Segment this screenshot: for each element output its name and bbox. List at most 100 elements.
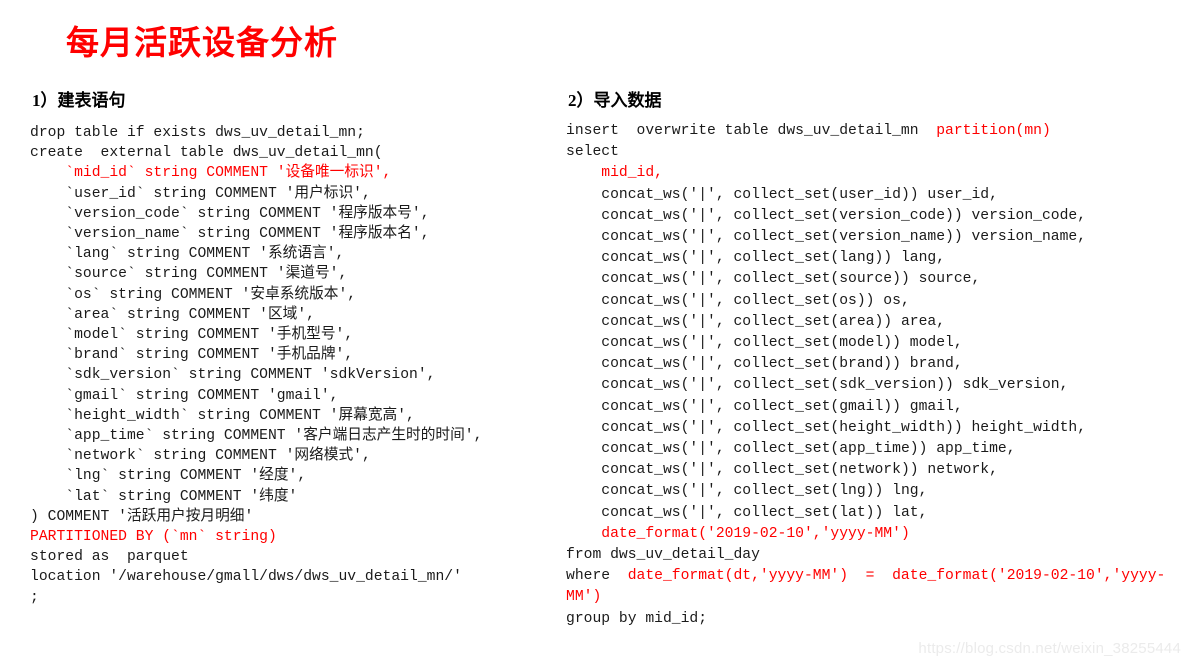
code-line: `lang` string COMMENT '系统语言',: [30, 244, 550, 264]
page-title: 每月活跃设备分析: [66, 26, 338, 62]
code-token: concat_ws('|', collect_set(brand)) brand…: [566, 356, 963, 373]
code-token: concat_ws('|', collect_set(gmail)) gmail…: [566, 398, 963, 415]
code-line: where date_format(dt,'yyyy-MM') = date_f…: [566, 566, 1186, 608]
code-line: concat_ws('|', collect_set(model)) model…: [566, 333, 1186, 354]
code-token: partition(mn): [936, 123, 1051, 139]
left-section-heading: 1）建表语句: [32, 91, 126, 110]
code-line: concat_ws('|', collect_set(version_name)…: [566, 227, 1186, 248]
code-line: `lng` string COMMENT '经度',: [30, 466, 550, 486]
code-token: where: [566, 568, 628, 585]
code-token: mid_id,: [566, 165, 663, 182]
code-token: concat_ws('|', collect_set(sdk_version))…: [566, 377, 1069, 394]
code-token: `brand` string COMMENT '手机品牌',: [30, 347, 354, 364]
code-line: concat_ws('|', collect_set(version_code)…: [566, 206, 1186, 227]
code-line: concat_ws('|', collect_set(lng)) lng,: [566, 481, 1186, 502]
code-token: `network` string COMMENT '网络模式',: [30, 448, 371, 465]
code-token: `sdk_version` string COMMENT 'sdkVersion…: [30, 367, 436, 384]
code-line: `model` string COMMENT '手机型号',: [30, 325, 550, 345]
code-line: `user_id` string COMMENT '用户标识',: [30, 184, 550, 204]
code-line: `network` string COMMENT '网络模式',: [30, 446, 550, 466]
code-token: create external table dws_uv_detail_mn(: [30, 145, 383, 162]
create-table-code-block: drop table if exists dws_uv_detail_mn;cr…: [30, 123, 550, 608]
code-line: group by mid_id;: [566, 609, 1186, 630]
code-line: `height_width` string COMMENT '屏幕宽高',: [30, 406, 550, 426]
code-token: concat_ws('|', collect_set(lng)) lng,: [566, 483, 928, 500]
code-token: `os` string COMMENT '安卓系统版本',: [30, 286, 357, 303]
code-token: `gmail` string COMMENT 'gmail',: [30, 387, 339, 404]
code-token: concat_ws('|', collect_set(source)) sour…: [566, 271, 981, 288]
code-token: group by mid_id;: [566, 610, 708, 627]
code-line: from dws_uv_detail_day: [566, 545, 1186, 566]
code-token: insert overwrite table dws_uv_detail_mn: [566, 123, 937, 139]
code-line: concat_ws('|', collect_set(gmail)) gmail…: [566, 397, 1186, 418]
code-line: concat_ws('|', collect_set(sdk_version))…: [566, 375, 1186, 396]
code-line: select: [566, 142, 1186, 163]
code-token: `app_time` string COMMENT '客户端日志产生时的时间',: [30, 428, 483, 445]
code-line: date_format('2019-02-10','yyyy-MM'): [566, 524, 1186, 545]
code-token: PARTITIONED BY (`mn` string): [30, 529, 277, 546]
code-token: `area` string COMMENT '区域',: [30, 306, 315, 323]
code-token: `mid_id` string COMMENT '设备唯一标识',: [30, 165, 392, 182]
code-token: stored as parquet: [30, 549, 189, 566]
code-token: from dws_uv_detail_day: [566, 547, 760, 564]
code-line: `os` string COMMENT '安卓系统版本',: [30, 285, 550, 305]
code-line: drop table if exists dws_uv_detail_mn;: [30, 123, 550, 143]
code-line: PARTITIONED BY (`mn` string): [30, 527, 550, 547]
insert-data-code-block: insert overwrite table dws_uv_detail_mn …: [566, 121, 1186, 630]
code-line: concat_ws('|', collect_set(user_id)) use…: [566, 185, 1186, 206]
code-token: `source` string COMMENT '渠道号',: [30, 266, 348, 283]
code-line: ;: [30, 588, 550, 608]
code-line: concat_ws('|', collect_set(app_time)) ap…: [566, 439, 1186, 460]
code-line: stored as parquet: [30, 547, 550, 567]
code-line: concat_ws('|', collect_set(height_width)…: [566, 418, 1186, 439]
code-token: date_format(dt,'yyyy-MM') = date_format(…: [566, 568, 1166, 606]
code-token: concat_ws('|', collect_set(version_code)…: [566, 207, 1087, 224]
watermark: https://blog.csdn.net/weixin_38255444: [918, 640, 1181, 657]
code-line: `area` string COMMENT '区域',: [30, 305, 550, 325]
code-line: concat_ws('|', collect_set(brand)) brand…: [566, 354, 1186, 375]
code-token: concat_ws('|', collect_set(lat)) lat,: [566, 504, 928, 521]
code-line: insert overwrite table dws_uv_detail_mn …: [566, 121, 1186, 142]
code-token: select: [566, 144, 619, 161]
code-line: mid_id,: [566, 163, 1186, 184]
code-token: concat_ws('|', collect_set(user_id)) use…: [566, 186, 998, 203]
code-token: concat_ws('|', collect_set(lang)) lang,: [566, 250, 946, 267]
code-line: concat_ws('|', collect_set(os)) os,: [566, 291, 1186, 312]
code-line: concat_ws('|', collect_set(network)) net…: [566, 460, 1186, 481]
code-line: `gmail` string COMMENT 'gmail',: [30, 386, 550, 406]
code-line: `source` string COMMENT '渠道号',: [30, 264, 550, 284]
code-line: create external table dws_uv_detail_mn(: [30, 143, 550, 163]
code-token: `lat` string COMMENT '纬度': [30, 488, 298, 505]
code-token: concat_ws('|', collect_set(model)) model…: [566, 335, 963, 352]
code-line: concat_ws('|', collect_set(lat)) lat,: [566, 503, 1186, 524]
code-line: ) COMMENT '活跃用户按月明细': [30, 507, 550, 527]
code-line: concat_ws('|', collect_set(lang)) lang,: [566, 248, 1186, 269]
code-token: `lang` string COMMENT '系统语言',: [30, 246, 345, 263]
code-line: `mid_id` string COMMENT '设备唯一标识',: [30, 163, 550, 183]
code-token: `height_width` string COMMENT '屏幕宽高',: [30, 407, 415, 424]
slide-page: 每月活跃设备分析 1）建表语句 drop table if exists dws…: [0, 0, 1197, 667]
code-line: `app_time` string COMMENT '客户端日志产生时的时间',: [30, 426, 550, 446]
code-line: `brand` string COMMENT '手机品牌',: [30, 345, 550, 365]
code-token: concat_ws('|', collect_set(area)) area,: [566, 313, 946, 330]
code-token: concat_ws('|', collect_set(network)) net…: [566, 462, 998, 479]
right-section-heading: 2）导入数据: [568, 91, 662, 110]
code-line: `version_code` string COMMENT '程序版本号',: [30, 204, 550, 224]
code-line: `version_name` string COMMENT '程序版本名',: [30, 224, 550, 244]
code-token: drop table if exists dws_uv_detail_mn;: [30, 125, 365, 141]
right-column: 2）导入数据 insert overwrite table dws_uv_det…: [566, 86, 1186, 630]
left-column: 1）建表语句 drop table if exists dws_uv_detai…: [30, 86, 550, 608]
code-token: concat_ws('|', collect_set(version_name)…: [566, 229, 1087, 246]
code-line: `sdk_version` string COMMENT 'sdkVersion…: [30, 365, 550, 385]
code-token: `version_code` string COMMENT '程序版本号',: [30, 205, 430, 222]
code-token: ) COMMENT '活跃用户按月明细': [30, 508, 254, 525]
code-token: `version_name` string COMMENT '程序版本名',: [30, 226, 430, 243]
code-line: concat_ws('|', collect_set(source)) sour…: [566, 269, 1186, 290]
code-token: `model` string COMMENT '手机型号',: [30, 327, 354, 344]
code-token: date_format('2019-02-10','yyyy-MM'): [566, 525, 910, 542]
code-line: location '/warehouse/gmall/dws/dws_uv_de…: [30, 567, 550, 587]
code-token: concat_ws('|', collect_set(app_time)) ap…: [566, 441, 1016, 458]
code-line: `lat` string COMMENT '纬度': [30, 487, 550, 507]
code-token: `lng` string COMMENT '经度',: [30, 468, 307, 485]
code-token: concat_ws('|', collect_set(height_width)…: [566, 419, 1087, 436]
